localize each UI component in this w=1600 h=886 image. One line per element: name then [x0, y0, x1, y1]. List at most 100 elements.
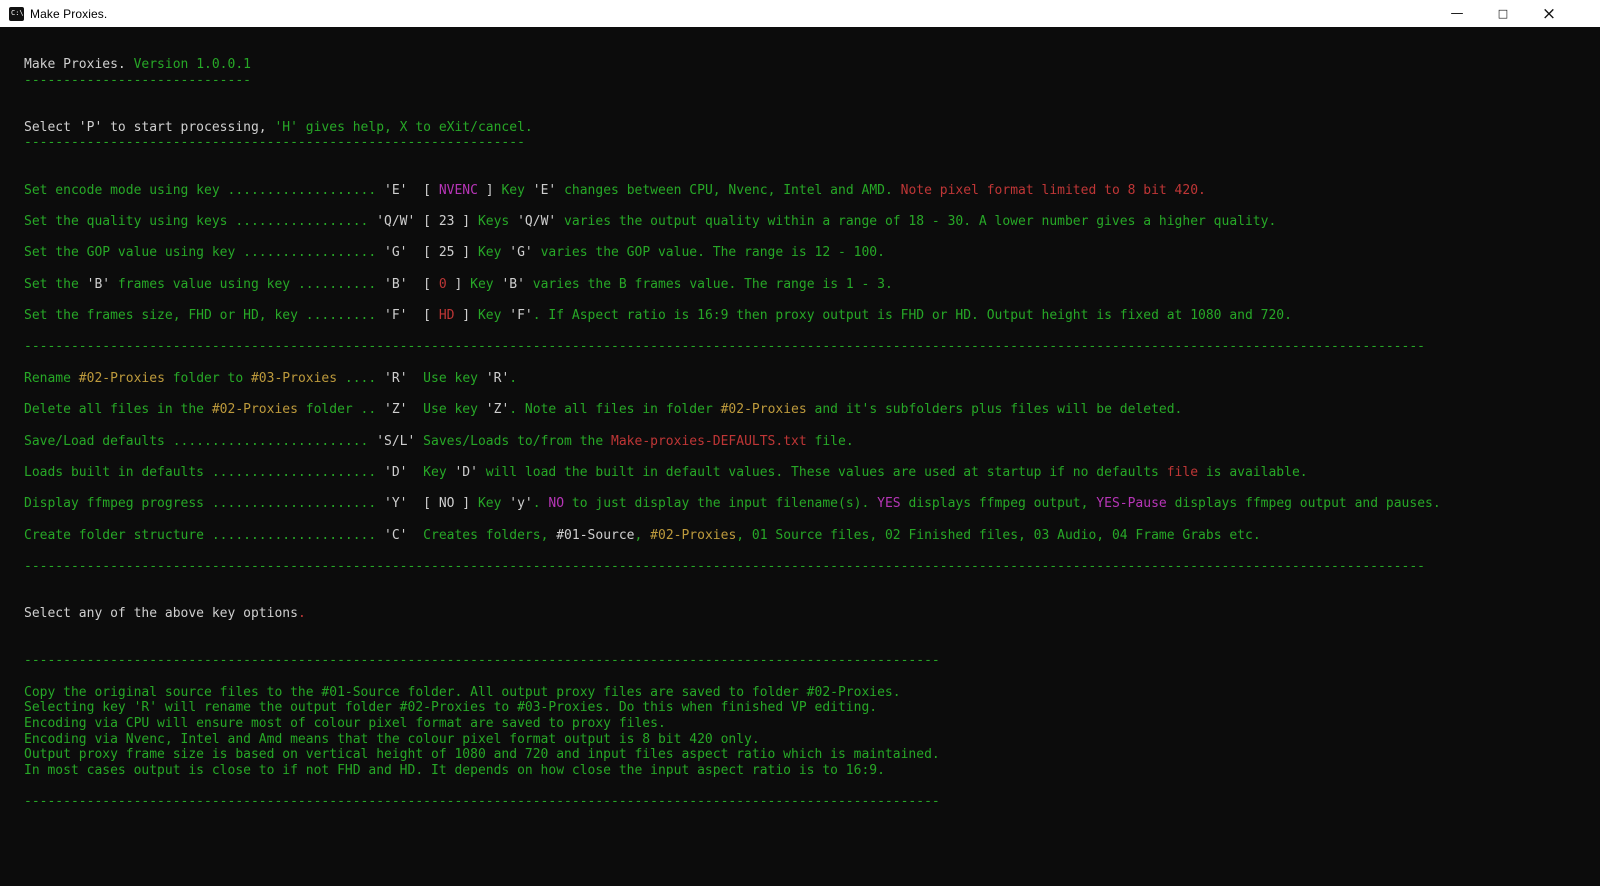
- console-text-segment: Create folder structure ................…: [24, 527, 385, 543]
- console-text-segment: varies the GOP value. The range is 12 - …: [532, 245, 885, 261]
- minimize-button[interactable]: —: [1434, 0, 1480, 27]
- separator-dashes: ----------------------------------------…: [24, 653, 940, 669]
- console-text-segment: Display ffmpeg progress ................…: [24, 496, 385, 512]
- console-line: Select 'P' to start processing, 'H' give…: [24, 120, 1576, 136]
- console-text-segment: Key: [477, 496, 510, 512]
- console-text-segment: Note pixel format limited to 8 bit 420.: [900, 182, 1206, 198]
- console-text-segment: will load the built in default values. T…: [477, 464, 1167, 480]
- separator-dashes: ----------------------------------------…: [24, 339, 1425, 355]
- console-text-segment: is available.: [1198, 464, 1308, 480]
- console-text-segment: 'H' gives help, X to eXit/cancel.: [274, 119, 533, 135]
- console-text-segment: Select any of the above key options: [24, 606, 298, 622]
- console-text-segment: 'y': [509, 496, 533, 512]
- console-text-segment: YES-Pause: [1096, 496, 1167, 512]
- separator-dashes: ----------------------------------------…: [24, 135, 525, 151]
- console-text-segment: .: [297, 606, 306, 622]
- console-text-segment: #03-Proxies: [250, 370, 338, 386]
- window-title: Make Proxies.: [30, 6, 108, 21]
- console-text-segment: 'F' [: [384, 308, 439, 323]
- console-text-segment: . Note all files in folder: [509, 402, 721, 418]
- console-line: Save/Load defaults .....................…: [24, 434, 1576, 450]
- console-text-segment: Make Proxies.: [24, 57, 126, 72]
- console-text-segment: , 01 Source files, 02 Finished files, 03…: [736, 527, 1261, 543]
- close-button[interactable]: ×: [1526, 0, 1572, 27]
- console-line: Encoding via CPU will ensure most of col…: [24, 716, 1576, 732]
- console-text-segment: 'R': [485, 370, 510, 386]
- console-text-segment: Set encode mode using key ..............…: [24, 182, 385, 198]
- console-text-segment: In most cases output is close to if not …: [24, 762, 885, 778]
- window-controls: — □ ×: [1434, 0, 1572, 27]
- console-line: ----------------------------------------…: [24, 653, 1576, 669]
- console-text-segment: Copy the original source files to the #0…: [24, 684, 901, 700]
- cmd-prompt-icon: C:\: [9, 6, 24, 21]
- console-text-segment: Encoding via Nvenc, Intel and Amd means …: [24, 731, 760, 747]
- console-text-segment: Creates folders,: [407, 527, 557, 543]
- console-text-segment: file.: [806, 433, 854, 449]
- console-text-segment: frames value using key ..........: [110, 276, 385, 292]
- console-text-segment: Key: [501, 182, 533, 198]
- console-line: Set encode mode using key ..............…: [24, 183, 1576, 199]
- console-text-segment: #02-Proxies: [650, 527, 737, 543]
- console-text-segment: Key: [470, 276, 502, 292]
- console-line: Rename #02-Proxies folder to #03-Proxies…: [24, 371, 1576, 387]
- console-text-segment: #02-Proxies: [211, 402, 298, 418]
- console-text-segment: 'B' [: [384, 276, 439, 292]
- console-text-segment: .: [509, 370, 518, 386]
- console-text-segment: varies the output quality within a range…: [556, 213, 1277, 229]
- console-text-segment: 'Q/W': [517, 213, 557, 229]
- console-line: Create folder structure ................…: [24, 528, 1576, 544]
- console-line: Display ffmpeg progress ................…: [24, 496, 1576, 512]
- console-text-segment: and it's subfolders plus files will be d…: [806, 402, 1183, 418]
- console-text-segment: 'Z': [485, 402, 510, 418]
- console-text-segment: folder to: [164, 370, 251, 386]
- console-text-segment: Make-proxies-DEFAULTS.txt: [611, 433, 807, 449]
- console-text-segment: 'S/L': [376, 433, 416, 449]
- console-text-segment: Key: [407, 464, 455, 480]
- console-text-segment: YES: [877, 496, 901, 512]
- maximize-button[interactable]: □: [1480, 0, 1526, 27]
- console-text-segment: . If Aspect ratio is 16:9 then proxy out…: [532, 308, 1292, 323]
- console-text-segment: Selecting key 'R' will rename the output…: [24, 700, 878, 716]
- console-text-segment: 'D': [384, 464, 408, 480]
- console-text-segment: HD: [438, 308, 455, 323]
- console-text-segment: 'B': [86, 276, 111, 292]
- console-text-segment: 'E': [532, 182, 557, 198]
- console-text-segment: folder ..: [297, 402, 385, 418]
- console-line: Set the 'B' frames value using key .....…: [24, 277, 1576, 293]
- console-text-segment: ]: [446, 276, 471, 292]
- console-line: Selecting key 'R' will rename the output…: [24, 700, 1576, 716]
- console-text-segment: Encoding via CPU will ensure most of col…: [24, 715, 666, 731]
- console-text-segment: Use key: [407, 402, 486, 418]
- console-text-segment: Output proxy frame size is based on vert…: [24, 747, 940, 763]
- console-text-segment: 'F': [509, 308, 533, 323]
- separator-dashes: ----------------------------------------…: [24, 559, 1425, 574]
- console-text-segment: 'Q/W' [ 23 ]: [376, 213, 478, 229]
- separator-dashes: -----------------------------: [24, 72, 251, 88]
- console-text-segment: Version 1.0.0.1: [125, 57, 251, 72]
- console-text-segment: 'B': [501, 276, 525, 292]
- console-line: Loads built in defaults ................…: [24, 465, 1576, 481]
- console-text-segment: Set the GOP value using key ............…: [24, 245, 385, 261]
- console-text-segment: Key: [477, 245, 510, 261]
- console-text-segment: Saves/Loads to/from the: [415, 433, 612, 449]
- console-text-segment: 'R': [384, 370, 408, 386]
- console-line: ----------------------------------------…: [24, 559, 1576, 575]
- console-text-segment: varies the B frames value. The range is …: [524, 276, 893, 292]
- console-text-segment: file: [1166, 464, 1199, 480]
- console-text-segment: to just display the input filename(s).: [564, 496, 878, 512]
- title-bar: C:\ Make Proxies. — □ ×: [0, 0, 1600, 27]
- console-text-segment: Set the: [24, 276, 87, 292]
- console-text-segment: Delete all files in the: [24, 402, 212, 418]
- console-text-segment: Rename: [24, 370, 79, 386]
- console-text-segment: Select 'P' to start processing,: [24, 119, 275, 135]
